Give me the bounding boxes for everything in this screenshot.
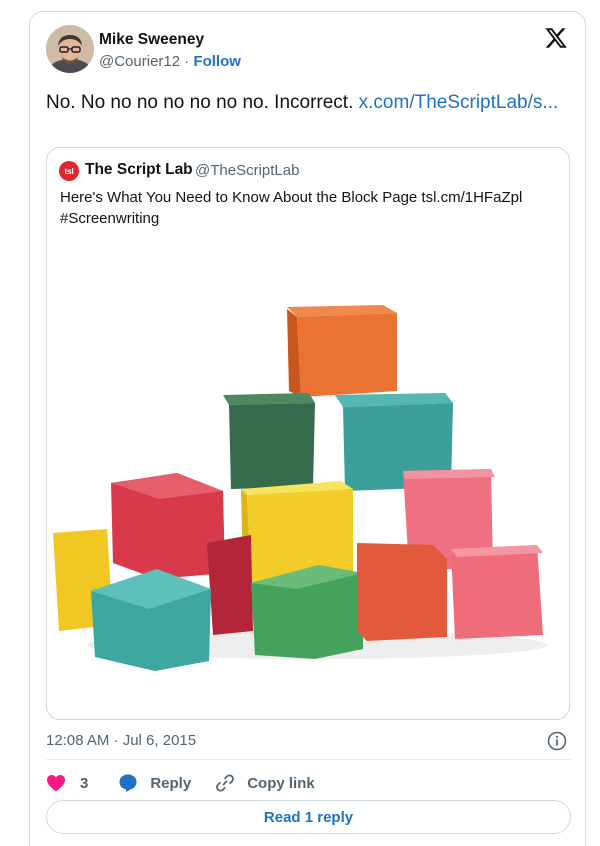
handle-separator: · xyxy=(184,53,190,70)
reply-label: Reply xyxy=(150,774,192,792)
author-handle-line: @Courier12 · Follow xyxy=(99,53,241,70)
speech-bubble-icon xyxy=(119,774,137,792)
tweet-link[interactable]: x.com/TheScriptLab/s... xyxy=(359,92,559,113)
info-icon[interactable] xyxy=(547,731,567,751)
quoted-tweet[interactable]: tsl The Script Lab @TheScriptLab Here's … xyxy=(46,147,570,720)
quoted-tweet-text: Here's What You Need to Know About the B… xyxy=(60,189,523,227)
tweet-text: No. No no no no no no no. Incorrect. x.c… xyxy=(46,90,566,115)
avatar[interactable] xyxy=(46,25,94,73)
quoted-tweet-image[interactable] xyxy=(47,273,570,720)
tweet-card: Mike Sweeney @Courier12 · Follow No. No … xyxy=(29,11,586,846)
like-button[interactable]: 3 xyxy=(46,774,88,792)
action-bar: 3 Reply Copy link xyxy=(46,771,315,795)
x-logo-icon[interactable] xyxy=(543,26,569,50)
divider xyxy=(46,759,571,760)
follow-button[interactable]: Follow xyxy=(193,53,241,70)
heart-icon xyxy=(47,775,65,792)
reply-button[interactable]: Reply xyxy=(118,773,191,793)
author-handle[interactable]: @Courier12 xyxy=(99,53,180,70)
link-icon xyxy=(216,774,235,792)
quoted-author-logo: tsl xyxy=(59,161,79,181)
copy-link-label: Copy link xyxy=(247,774,315,792)
tweet-timestamp[interactable]: 12:08 AM · Jul 6, 2015 xyxy=(46,732,196,749)
read-replies-button[interactable]: Read 1 reply xyxy=(46,800,571,834)
author-name[interactable]: Mike Sweeney xyxy=(99,31,204,49)
like-count: 3 xyxy=(80,774,89,792)
copy-link-button[interactable]: Copy link xyxy=(215,773,315,793)
quoted-author-handle: @TheScriptLab xyxy=(195,162,300,179)
quoted-author-name: The Script Lab xyxy=(85,161,193,178)
tweet-body: No. No no no no no no no. Incorrect. xyxy=(46,92,359,113)
